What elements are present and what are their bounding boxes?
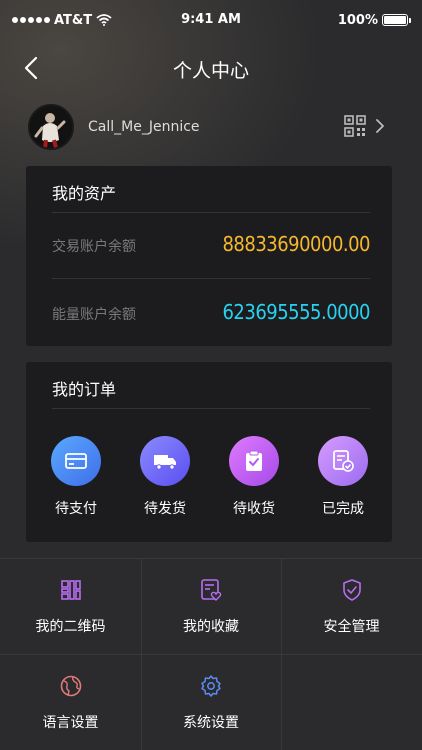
- assets-card: 我的资产 交易账户余额 88833690000.00 能量账户余额 623695…: [26, 166, 392, 346]
- card-icon: [51, 436, 101, 486]
- wifi-icon: [96, 14, 112, 26]
- order-label: 已完成: [322, 501, 364, 517]
- energy-balance-label: 能量账户余额: [52, 307, 136, 323]
- avatar[interactable]: [28, 104, 74, 150]
- status-bar: AT&T 9:41 AM 100%: [0, 0, 422, 40]
- chevron-right-icon[interactable]: [374, 118, 386, 134]
- menu-language[interactable]: 语言设置: [0, 654, 141, 750]
- energy-balance-value: 623695555.0000: [222, 300, 370, 324]
- menu-label: 我的二维码: [35, 619, 106, 635]
- carrier-label: AT&T: [54, 12, 93, 28]
- order-completed[interactable]: 已完成: [303, 436, 383, 518]
- battery-percent: 100%: [337, 12, 378, 28]
- page-title: 个人中心: [172, 60, 249, 82]
- menu-system-settings[interactable]: 系统设置: [141, 654, 281, 750]
- favorites-icon: [201, 579, 222, 601]
- menu-label: 我的收藏: [183, 619, 239, 635]
- order-label: 待发货: [144, 501, 186, 517]
- profile-row[interactable]: Call_Me_Jennice: [28, 104, 398, 150]
- trading-balance-label: 交易账户余额: [52, 239, 136, 255]
- menu-label: 系统设置: [183, 715, 239, 731]
- order-pending-shipment[interactable]: 待发货: [125, 436, 205, 518]
- gear-icon: [201, 675, 221, 697]
- trading-balance-value: 88833690000.00: [222, 232, 370, 256]
- nav-bar: 个人中心: [0, 48, 422, 88]
- menu-grid: 我的二维码 我的收藏 安全管理 语言设置 系统设置: [0, 558, 422, 750]
- orders-card: 我的订单 待支付 待发货 待收货 已完成: [26, 362, 392, 542]
- menu-label: 语言设置: [42, 715, 99, 731]
- menu-label: 安全管理: [323, 619, 380, 635]
- menu-my-qrcode[interactable]: 我的二维码: [0, 558, 141, 654]
- signal-icon: [12, 17, 50, 23]
- divider: [52, 278, 370, 279]
- document-check-icon: [318, 436, 368, 486]
- username: Call_Me_Jennice: [88, 119, 200, 135]
- menu-my-favorites[interactable]: 我的收藏: [141, 558, 281, 654]
- menu-security[interactable]: 安全管理: [281, 558, 422, 654]
- grid-qr-icon: [60, 580, 81, 600]
- assets-title: 我的资产: [52, 184, 117, 203]
- order-pending-receipt[interactable]: 待收货: [214, 436, 294, 518]
- globe-icon: [60, 675, 81, 697]
- qr-code-icon[interactable]: [344, 115, 366, 137]
- divider: [52, 212, 370, 213]
- divider: [52, 408, 370, 409]
- order-label: 待收货: [233, 501, 275, 517]
- shield-check-icon: [342, 579, 361, 601]
- order-label: 待支付: [55, 501, 97, 517]
- battery-icon: [382, 14, 411, 26]
- clipboard-check-icon: [229, 436, 279, 486]
- truck-icon: [140, 436, 190, 486]
- order-pending-payment[interactable]: 待支付: [36, 436, 116, 518]
- orders-title: 我的订单: [52, 380, 117, 399]
